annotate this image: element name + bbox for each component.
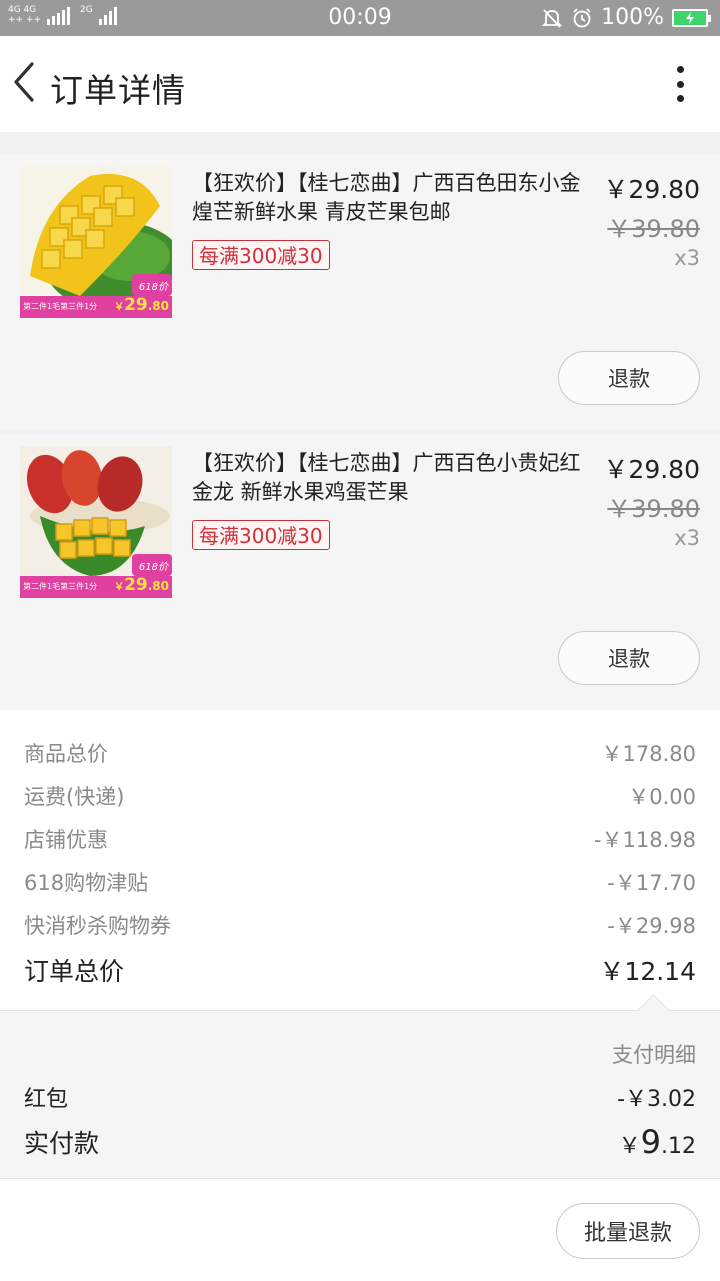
price-summary: 商品总价 ￥178.80 运费(快递) ￥0.00 店铺优惠 -￥118.98 … bbox=[0, 712, 720, 1010]
summary-label: 店铺优惠 bbox=[24, 828, 108, 852]
summary-row: 快消秒杀购物券 -￥29.98 bbox=[24, 910, 696, 940]
mute-bell-icon bbox=[541, 7, 563, 29]
promo-tag: 每满300减30 bbox=[192, 240, 330, 270]
battery-charging-icon bbox=[672, 8, 711, 27]
status-bar: 4G 4G ++ ++ 2G 00:09 100% bbox=[0, 0, 720, 36]
summary-label: 运费(快递) bbox=[24, 785, 125, 809]
summary-value: ￥178.80 bbox=[601, 742, 696, 766]
summary-row: 运费(快递) ￥0.00 bbox=[24, 781, 696, 811]
product-thumbnail[interactable]: 618价 第二件1毛第三件1分 ￥29.80 bbox=[20, 446, 172, 598]
thumb-banner: 第二件1毛第三件1分 bbox=[23, 582, 98, 591]
summary-row: 618购物津贴 -￥17.70 bbox=[24, 867, 696, 897]
promo-tag: 每满300减30 bbox=[192, 520, 330, 550]
chevron-left-icon bbox=[10, 60, 38, 108]
payment-details: 支付明细 红包 -￥3.02 实付款 ￥9.12 bbox=[0, 994, 720, 1179]
red-packet-value: -￥3.02 bbox=[617, 1087, 696, 1112]
summary-row: 商品总价 ￥178.80 bbox=[24, 738, 696, 768]
more-vertical-icon bbox=[676, 66, 684, 73]
product-quantity: x3 bbox=[674, 246, 700, 270]
thumb-banner: 第二件1毛第三件1分 bbox=[23, 302, 98, 311]
summary-value: ￥0.00 bbox=[628, 785, 696, 809]
actual-payment-row: 实付款 ￥9.12 bbox=[24, 1123, 696, 1161]
product-thumbnail[interactable]: 618价 第二件1毛第三件1分 ￥29.80 bbox=[20, 166, 172, 318]
page-title: 订单详情 bbox=[50, 71, 186, 110]
summary-value: -￥29.98 bbox=[607, 914, 696, 938]
section-divider bbox=[0, 132, 720, 154]
original-price: ￥39.80 bbox=[607, 215, 700, 243]
product-price: ￥29.80 bbox=[603, 175, 700, 204]
actual-payment-label: 实付款 bbox=[24, 1129, 100, 1158]
product-title[interactable]: 【狂欢价】【桂七恋曲】广西百色田东小金煌芒新鲜水果 青皮芒果包邮 bbox=[192, 169, 587, 227]
summary-label: 618购物津贴 bbox=[24, 871, 149, 895]
battery-percent: 100% bbox=[601, 5, 664, 30]
refund-button[interactable]: 退款 bbox=[558, 631, 700, 685]
more-options-button[interactable] bbox=[670, 62, 690, 106]
product-price: ￥29.80 bbox=[603, 455, 700, 484]
order-item[interactable]: 618价 第二件1毛第三件1分 ￥29.80 【狂欢价】【桂七恋曲】广西百色田东… bbox=[0, 154, 720, 430]
bottom-action-bar: 批量退款 bbox=[0, 1178, 720, 1281]
back-button[interactable] bbox=[0, 36, 48, 132]
original-price: ￥39.80 bbox=[607, 495, 700, 523]
summary-label: 快消秒杀购物券 bbox=[24, 914, 171, 938]
payment-detail-link[interactable]: 支付明细 bbox=[612, 1039, 696, 1069]
batch-refund-button[interactable]: 批量退款 bbox=[556, 1203, 700, 1259]
thumb-badge: 618价 bbox=[138, 562, 168, 573]
summary-value: -￥118.98 bbox=[593, 828, 696, 852]
order-item[interactable]: 618价 第二件1毛第三件1分 ￥29.80 【狂欢价】【桂七恋曲】广西百色小贵… bbox=[0, 434, 720, 710]
product-quantity: x3 bbox=[674, 526, 700, 550]
order-total-value: ￥12.14 bbox=[599, 957, 696, 986]
actual-payment-value: ￥9.12 bbox=[618, 1123, 696, 1161]
red-packet-row: 红包 -￥3.02 bbox=[24, 1081, 696, 1113]
red-packet-label: 红包 bbox=[24, 1087, 69, 1112]
summary-label: 商品总价 bbox=[24, 742, 108, 766]
order-total-label: 订单总价 bbox=[24, 957, 125, 986]
thumb-price: ￥29.80 bbox=[114, 295, 169, 315]
order-total-row: 订单总价 ￥12.14 bbox=[24, 952, 696, 988]
summary-value: -￥17.70 bbox=[607, 871, 696, 895]
nav-header: 订单详情 bbox=[0, 36, 720, 132]
thumb-price: ￥29.80 bbox=[114, 575, 169, 595]
refund-button[interactable]: 退款 bbox=[558, 351, 700, 405]
alarm-clock-icon bbox=[571, 7, 593, 29]
summary-row: 店铺优惠 -￥118.98 bbox=[24, 824, 696, 854]
thumb-badge: 618价 bbox=[138, 282, 168, 293]
product-title[interactable]: 【狂欢价】【桂七恋曲】广西百色小贵妃红金龙 新鲜水果鸡蛋芒果 bbox=[192, 449, 587, 507]
